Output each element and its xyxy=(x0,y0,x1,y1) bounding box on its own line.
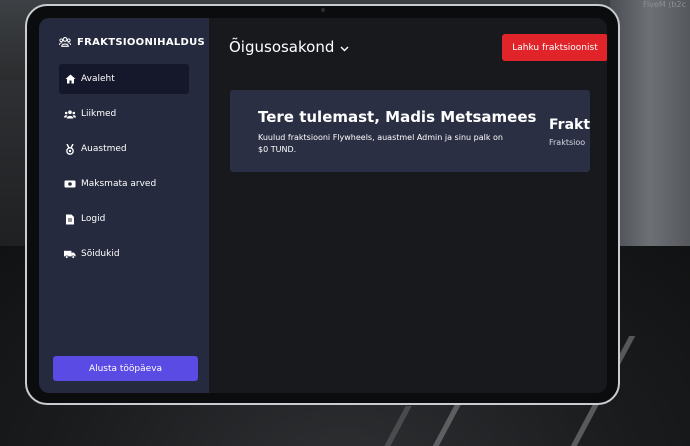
sidebar-item-label: Liikmed xyxy=(81,109,117,119)
tablet-screen: FRAKTSIOONIHALDUS Avaleht Liikmed Auastm… xyxy=(39,18,607,393)
tablet-frame: FRAKTSIOONIHALDUS Avaleht Liikmed Auastm… xyxy=(25,4,620,405)
sidebar-item-maksmata-arved[interactable]: Maksmata arved xyxy=(59,169,189,199)
medal-icon xyxy=(64,143,76,155)
start-workday-button[interactable]: Alusta tööpäeva xyxy=(53,356,198,381)
welcome-card: Tere tulemast, Madis Metsamees Kuulud fr… xyxy=(230,90,590,172)
sidebar-title: FRAKTSIOONIHALDUS xyxy=(77,36,206,48)
sidebar-item-label: Logid xyxy=(81,214,106,224)
leave-faction-button[interactable]: Lahku fraktsioonist xyxy=(502,34,607,61)
welcome-title: Tere tulemast, Madis Metsamees xyxy=(258,108,537,126)
tablet-camera xyxy=(320,8,325,12)
main-content: Õigusosakond Lahku fraktsioonist Tere tu… xyxy=(209,18,607,393)
sidebar-item-logid[interactable]: Logid xyxy=(59,204,189,234)
department-name: Õigusosakond xyxy=(229,38,335,56)
money-bill-icon xyxy=(64,178,76,190)
chevron-down-icon xyxy=(340,38,349,56)
users-icon xyxy=(59,36,71,48)
sidebar-item-label: Avaleht xyxy=(81,74,115,84)
sidebar: FRAKTSIOONIHALDUS Avaleht Liikmed Auastm… xyxy=(39,18,209,393)
department-dropdown[interactable]: Õigusosakond xyxy=(229,38,349,56)
sidebar-item-label: Sõidukid xyxy=(81,249,120,259)
faction-info-title: Frakt xyxy=(549,117,590,133)
corner-label: FiveM (b2c xyxy=(642,0,686,9)
sidebar-item-liikmed[interactable]: Liikmed xyxy=(59,99,189,129)
sidebar-item-label: Auastmed xyxy=(81,144,127,154)
welcome-text: Kuulud fraktsiooni Flywheels, auastmel A… xyxy=(258,133,503,154)
sidebar-nav: Avaleht Liikmed Auastmed Maksmata arved … xyxy=(39,64,209,269)
sidebar-item-avaleht[interactable]: Avaleht xyxy=(59,64,189,94)
sidebar-item-soidukid[interactable]: Sõidukid xyxy=(59,239,189,269)
sidebar-item-label: Maksmata arved xyxy=(81,179,157,189)
users-icon xyxy=(64,108,76,120)
faction-info-text: Fraktsioo xyxy=(549,138,586,147)
file-icon xyxy=(64,213,76,225)
sidebar-item-auastmed[interactable]: Auastmed xyxy=(59,134,189,164)
sidebar-brand: FRAKTSIOONIHALDUS xyxy=(39,18,209,48)
home-icon xyxy=(64,73,76,85)
truck-icon xyxy=(64,248,76,260)
background-building-right xyxy=(610,0,690,250)
